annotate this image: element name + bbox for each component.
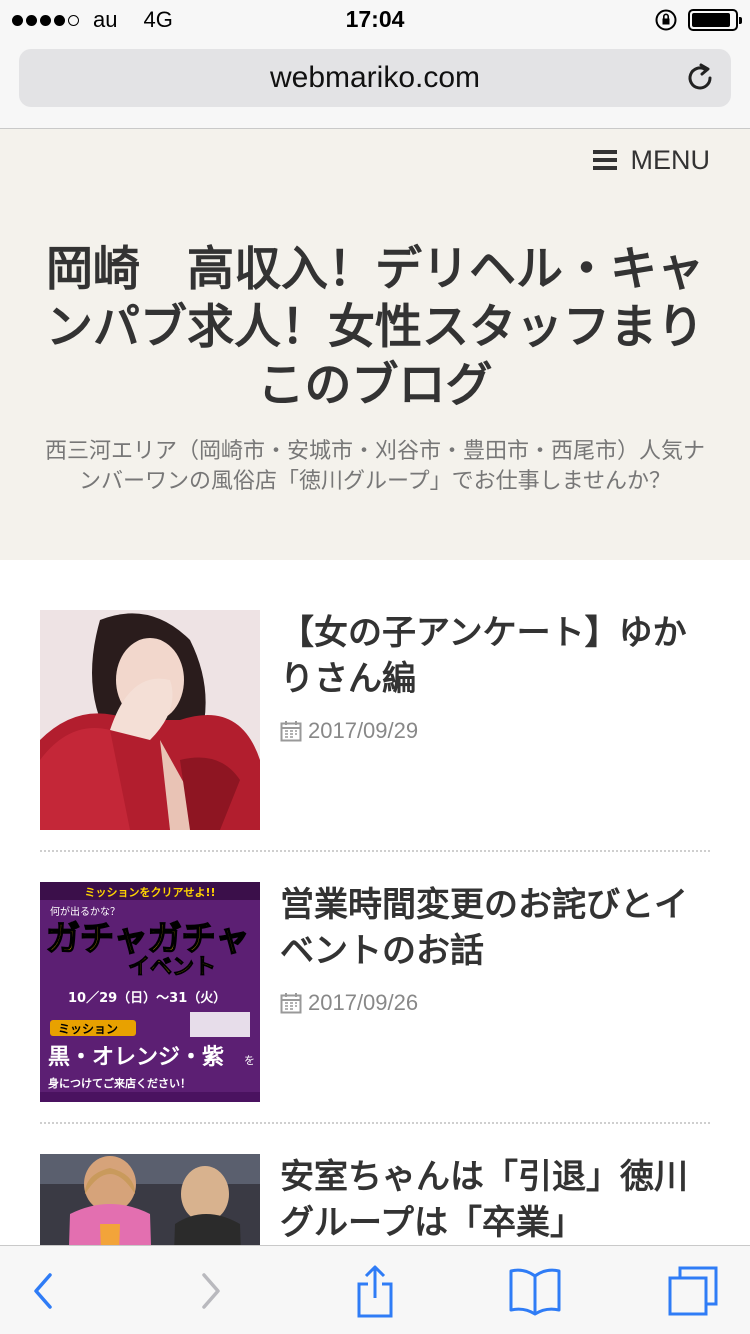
status-time: 17:04 [345,6,405,32]
flyer-line1: ミッションをクリアせよ!! [84,886,215,899]
share-button[interactable] [348,1264,402,1318]
orientation-lock-icon [655,9,677,31]
reload-icon[interactable] [683,61,717,95]
address-bar[interactable]: webmariko.com [19,49,731,107]
status-bar: au 4G 17:04 [0,0,750,40]
post-date-text: 2017/09/26 [308,990,419,1015]
post-item[interactable]: ミッションをクリアせよ!! 何が出るかな？ ガチャガチャ イベント 10／29（… [40,882,710,1124]
calendar-icon [280,721,302,742]
flyer-line7: 黒・オレンジ・紫 [48,1044,224,1070]
site-title[interactable]: 岡崎 高収入！デリヘル・キャンパブ求人！女性スタッフまりこのブログ [40,241,710,415]
menu-button[interactable]: MENU [592,137,711,183]
forward-button[interactable] [184,1264,238,1318]
flyer-line6: ミッション [58,1022,118,1036]
flyer-line2: 何が出るかな？ [50,905,120,918]
calendar-icon [280,993,302,1014]
flyer-line8: を [244,1054,255,1067]
menu-label[interactable]: MENU [631,145,711,176]
woman-photo-image [40,610,260,830]
status-right [654,8,742,32]
post-title[interactable]: 安室ちゃんは「引退」徳川グループは「卒業」 [280,1154,710,1246]
chevron-left-icon [34,1273,52,1309]
share-icon [357,1265,393,1318]
browser-toolbar [0,1245,750,1334]
post-thumbnail[interactable]: ミッションをクリアせよ!! 何が出るかな？ ガチャガチャ イベント 10／29（… [40,882,260,1102]
post-date: 2017/09/26 [280,990,418,1016]
tabs-icon [668,1266,718,1316]
battery-fill [692,13,730,27]
post-item[interactable]: 【女の子アンケート】ゆかりさん編 2017/09/29 [40,610,710,852]
hamburger-icon [592,150,617,170]
battery-icon [688,9,742,31]
bookmarks-button[interactable] [508,1264,562,1318]
browser-address-area: webmariko.com [0,40,750,129]
event-flyer-image: ミッションをクリアせよ!! 何が出るかな？ ガチャガチャ イベント 10／29（… [40,882,260,1102]
site-header: MENU 岡崎 高収入！デリヘル・キャンパブ求人！女性スタッフまりこのブログ 西… [0,129,750,560]
post-title[interactable]: 営業時間変更のお詫びとイベントのお話 [280,882,710,974]
back-button[interactable] [16,1264,70,1318]
flyer-line3: ガチャガチャ [46,919,249,959]
flyer-line4: イベント [128,955,216,980]
tabs-button[interactable] [666,1264,720,1318]
flyer-line5: 10／29（日）～31（火） [68,990,226,1006]
post-title[interactable]: 【女の子アンケート】ゆかりさん編 [280,610,710,702]
post-date-text: 2017/09/29 [308,718,419,743]
book-icon [509,1268,561,1316]
post-date: 2017/09/29 [280,718,418,744]
url-text[interactable]: webmariko.com [19,61,731,95]
post-thumbnail[interactable] [40,610,260,830]
chevron-right-icon [202,1273,220,1309]
flyer-line9: 身につけてご来店ください！ [48,1076,191,1090]
site-description: 西三河エリア（岡崎市・安城市・刈谷市・豊田市・西尾市）人気ナンバーワンの風俗店「… [44,439,705,494]
